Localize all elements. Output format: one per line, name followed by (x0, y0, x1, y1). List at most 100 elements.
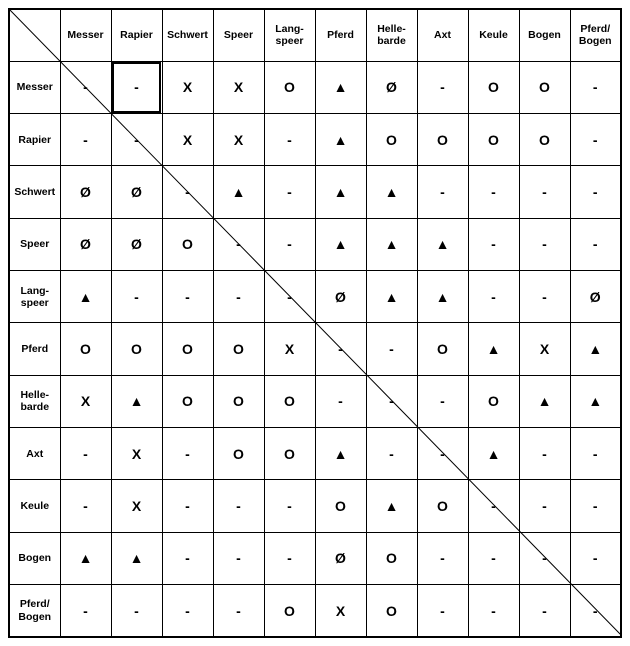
matrix-cell: X (162, 61, 213, 113)
row-header: Messer (9, 61, 60, 113)
matrix-cell: - (570, 532, 621, 584)
weapon-matchup-table-wrap: MesserRapierSchwertSpeerLang-speerPferdH… (8, 8, 622, 636)
col-header: Schwert (162, 9, 213, 61)
matrix-cell: Ø (60, 218, 111, 270)
matrix-cell: X (111, 480, 162, 532)
col-header: Rapier (111, 9, 162, 61)
matrix-cell: - (417, 428, 468, 480)
weapon-matchup-table: MesserRapierSchwertSpeerLang-speerPferdH… (8, 8, 622, 638)
matrix-cell: X (162, 114, 213, 166)
matrix-cell: - (60, 585, 111, 637)
matrix-cell: - (111, 114, 162, 166)
matrix-cell: - (264, 114, 315, 166)
matrix-cell: - (519, 585, 570, 637)
matrix-cell: - (417, 375, 468, 427)
matrix-cell: O (417, 114, 468, 166)
matrix-cell: - (111, 585, 162, 637)
matrix-cell: Ø (315, 532, 366, 584)
col-header: Lang-speer (264, 9, 315, 61)
matrix-cell: ▲ (366, 166, 417, 218)
matrix-cell: - (264, 166, 315, 218)
row-header: Schwert (9, 166, 60, 218)
matrix-cell: - (570, 61, 621, 113)
matrix-cell: - (264, 271, 315, 323)
matrix-cell: - (570, 166, 621, 218)
matrix-cell: O (111, 323, 162, 375)
matrix-cell: - (468, 166, 519, 218)
matrix-cell: - (162, 271, 213, 323)
matrix-cell: - (60, 480, 111, 532)
matrix-cell: O (213, 375, 264, 427)
matrix-cell: - (162, 166, 213, 218)
matrix-cell: ▲ (366, 218, 417, 270)
matrix-cell: - (417, 61, 468, 113)
row-header: Keule (9, 480, 60, 532)
matrix-cell: - (60, 61, 111, 113)
matrix-cell: ▲ (366, 271, 417, 323)
matrix-cell: Ø (60, 166, 111, 218)
matrix-cell: - (417, 532, 468, 584)
matrix-cell: - (570, 114, 621, 166)
matrix-cell: ▲ (60, 532, 111, 584)
col-header: Bogen (519, 9, 570, 61)
matrix-cell: - (468, 271, 519, 323)
matrix-cell: O (264, 375, 315, 427)
col-header: Pferd (315, 9, 366, 61)
col-header: Messer (60, 9, 111, 61)
matrix-cell: X (213, 114, 264, 166)
col-header: Pferd/Bogen (570, 9, 621, 61)
matrix-cell: ▲ (60, 271, 111, 323)
matrix-cell: O (468, 114, 519, 166)
matrix-cell: X (213, 61, 264, 113)
matrix-cell: O (213, 323, 264, 375)
matrix-cell: - (519, 166, 570, 218)
matrix-cell: - (264, 532, 315, 584)
matrix-cell: - (468, 532, 519, 584)
matrix-cell: O (417, 480, 468, 532)
matrix-cell: - (366, 375, 417, 427)
matrix-cell: X (519, 323, 570, 375)
matrix-cell: - (366, 323, 417, 375)
matrix-cell: - (111, 61, 162, 113)
matrix-cell: Ø (570, 271, 621, 323)
matrix-cell: ▲ (315, 218, 366, 270)
row-header: Rapier (9, 114, 60, 166)
matrix-cell: Ø (111, 166, 162, 218)
row-header: Pferd/Bogen (9, 585, 60, 637)
col-header: Keule (468, 9, 519, 61)
matrix-cell: ▲ (417, 218, 468, 270)
matrix-cell: - (213, 532, 264, 584)
matrix-cell: Ø (315, 271, 366, 323)
col-header: Axt (417, 9, 468, 61)
matrix-cell: - (213, 218, 264, 270)
matrix-cell: O (60, 323, 111, 375)
matrix-cell: - (519, 271, 570, 323)
matrix-cell: - (570, 218, 621, 270)
matrix-cell: - (162, 585, 213, 637)
col-header: Helle-barde (366, 9, 417, 61)
matrix-cell: ▲ (468, 323, 519, 375)
row-header: Bogen (9, 532, 60, 584)
matrix-cell: O (315, 480, 366, 532)
matrix-cell: ▲ (366, 480, 417, 532)
row-header: Axt (9, 428, 60, 480)
matrix-cell: - (213, 585, 264, 637)
matrix-cell: X (315, 585, 366, 637)
matrix-cell: O (468, 61, 519, 113)
matrix-cell: O (264, 428, 315, 480)
matrix-cell: O (162, 218, 213, 270)
matrix-cell: ▲ (315, 428, 366, 480)
matrix-cell: - (213, 271, 264, 323)
row-header: Pferd (9, 323, 60, 375)
matrix-cell: Ø (111, 218, 162, 270)
matrix-cell: ▲ (111, 375, 162, 427)
corner-cell (9, 9, 60, 61)
matrix-cell: O (264, 61, 315, 113)
matrix-cell: - (417, 166, 468, 218)
matrix-cell: ▲ (417, 271, 468, 323)
matrix-cell: ▲ (315, 61, 366, 113)
matrix-cell: - (264, 480, 315, 532)
matrix-cell: O (366, 114, 417, 166)
row-header: Speer (9, 218, 60, 270)
matrix-cell: - (60, 428, 111, 480)
